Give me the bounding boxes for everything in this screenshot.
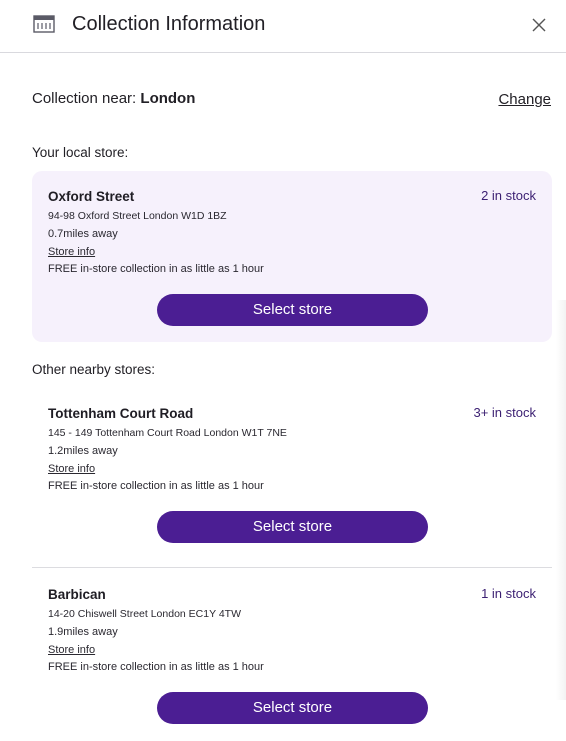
close-icon[interactable] — [530, 16, 548, 34]
store-distance: 1.2miles away — [48, 445, 118, 457]
scroll-edge-shadow — [556, 300, 566, 700]
store-distance: 1.9miles away — [48, 626, 118, 638]
local-store-label: Your local store: — [32, 145, 129, 160]
stock-badge: 2 in stock — [481, 188, 536, 203]
collection-location: Collection near: London — [32, 90, 195, 107]
modal-title: Collection Information — [72, 13, 266, 35]
select-store-button[interactable]: Select store — [157, 511, 428, 543]
store-address: 145 - 149 Tottenham Court Road London W1… — [48, 427, 287, 439]
location-prefix: Collection near: — [32, 90, 137, 107]
store-divider — [32, 567, 552, 568]
select-store-button[interactable]: Select store — [157, 294, 428, 326]
store-address: 94-98 Oxford Street London W1D 1BZ — [48, 210, 227, 222]
store-icon — [33, 15, 55, 33]
store-distance: 0.7miles away — [48, 228, 118, 240]
store-info-link[interactable]: Store info — [48, 644, 95, 656]
modal-header: Collection Information — [0, 0, 566, 53]
store-info-link[interactable]: Store info — [48, 246, 95, 258]
store-card-oxford-street: Oxford Street 2 in stock 94-98 Oxford St… — [32, 171, 552, 342]
collection-note: FREE in-store collection in as little as… — [48, 480, 264, 492]
collection-note: FREE in-store collection in as little as… — [48, 661, 264, 673]
other-stores-label: Other nearby stores: — [32, 362, 156, 377]
store-info-link[interactable]: Store info — [48, 463, 95, 475]
store-name: Tottenham Court Road — [48, 406, 194, 421]
change-location-link[interactable]: Change — [498, 91, 551, 108]
stock-badge: 3+ in stock — [473, 405, 536, 420]
stock-badge: 1 in stock — [481, 586, 536, 601]
store-card-tottenham-court-road: Tottenham Court Road 3+ in stock 145 - 1… — [32, 388, 552, 558]
store-card-barbican: Barbican 1 in stock 14-20 Chiswell Stree… — [32, 569, 552, 739]
store-address: 14-20 Chiswell Street London EC1Y 4TW — [48, 608, 241, 620]
store-name: Oxford Street — [48, 189, 135, 204]
select-store-button[interactable]: Select store — [157, 692, 428, 724]
location-city: London — [140, 90, 196, 107]
store-name: Barbican — [48, 587, 106, 602]
collection-note: FREE in-store collection in as little as… — [48, 263, 264, 275]
